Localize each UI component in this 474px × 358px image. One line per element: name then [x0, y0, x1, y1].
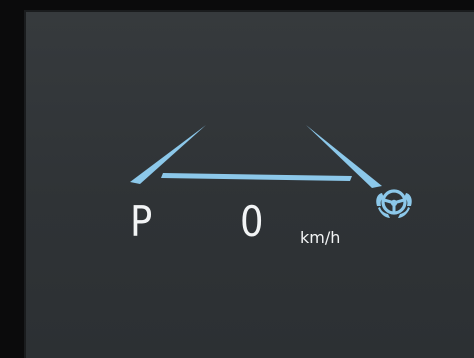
speed-unit: km/h	[300, 228, 341, 247]
lane-lines-icon	[130, 125, 382, 188]
instrument-cluster: P 0 km/h	[0, 0, 474, 358]
steering-assist-icon	[376, 189, 412, 218]
lead-vehicle-bar	[161, 173, 352, 181]
gear-indicator: P	[130, 197, 153, 246]
speed-value: 0	[240, 197, 264, 246]
